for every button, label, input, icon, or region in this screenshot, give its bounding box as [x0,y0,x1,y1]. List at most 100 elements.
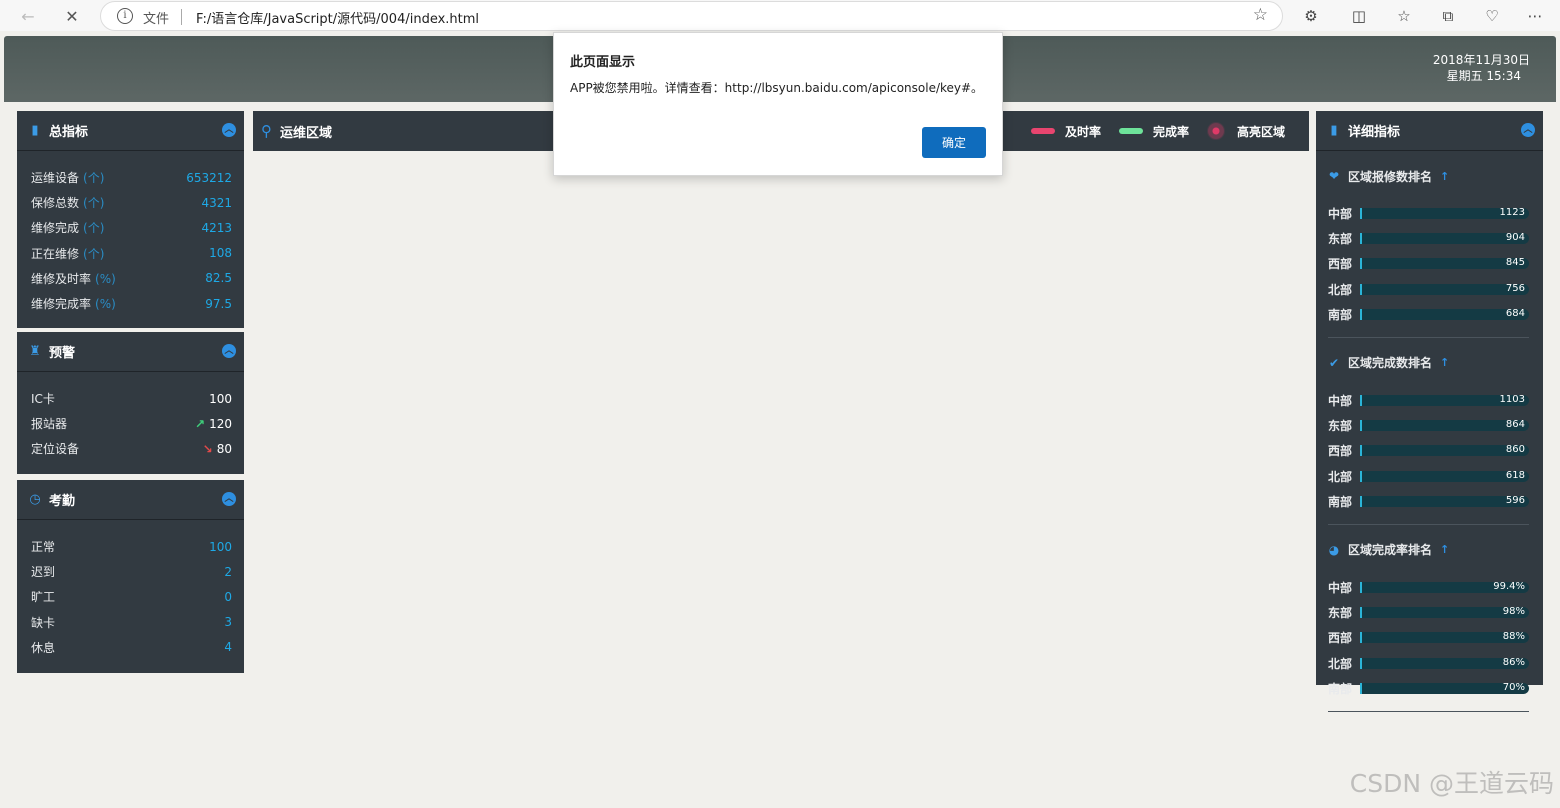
region-label: 北部 [1328,469,1353,484]
region-label: 北部 [1328,282,1353,297]
ranking-bar: 88% [1360,631,1529,644]
ranking-row: 北部 756 [1328,277,1529,302]
alert-dialog: 此页面显示 APP被您禁用啦。详情查看：http://lbsyun.baidu.… [553,32,1003,176]
file-label: 文件 [143,12,170,27]
warning-label: IC卡 [31,392,55,407]
ranking-title-text: 区域完成数排名 [1348,356,1433,371]
legend-swatch [1030,128,1055,134]
indicator-label-group: 维修完成率 (%) [31,295,116,312]
ranking-value: 864 [1505,419,1525,431]
indicator-unit: (%) [95,271,116,286]
panel-title: 预警 [49,346,76,361]
trend-down-icon: ↘ [202,441,213,456]
close-icon[interactable]: ✕ [59,3,85,29]
collapse-icon[interactable]: ︿ [222,123,236,137]
warning-value-group: ↗ 120 [195,417,232,431]
ops-area-title: 运维区域 [280,125,333,141]
warning-value-group: 100 [209,392,232,406]
ranking-value: 618 [1505,469,1525,481]
attendance-label: 缺卡 [31,615,56,630]
browser-toolbar: ← ✕ i 文件 F:/语言仓库/JavaScript/源代码/004/inde… [0,0,1560,31]
indicator-unit: (个) [83,196,105,211]
attendance-value: 3 [224,615,232,630]
collections-icon[interactable]: ⧉ [1436,4,1460,28]
ranking-value: 70% [1502,681,1525,693]
panel-header: ▮ 总指标 ︿ [17,111,244,151]
legend-item: 完成率 [1118,123,1189,140]
attendance-row: 迟到 2 [31,559,232,584]
ranking-row: 中部 1103 [1328,388,1529,413]
indicator-value: 653212 [186,170,232,185]
ranking-bar: 756 [1360,282,1529,295]
url-text[interactable]: F:/语言仓库/JavaScript/源代码/004/index.html [196,8,479,27]
ranking-row: 北部 618 [1328,464,1529,489]
map-pin-icon: ⚲ [261,122,272,140]
indicator-label-group: 运维设备 (个) [31,169,104,186]
ranking-section: ◕ 区域完成率排名 ↑ 中部 99.4% 东部 98% 西部 88% 北部 86% 南部 70% [1316,525,1543,701]
extensions-icon[interactable]: ⚙ [1299,4,1323,28]
collapse-icon[interactable]: ︿ [222,492,236,506]
warning-rows: IC卡 100 报站器 ↗ 120 定位设备 ↘ 80 [17,372,244,462]
attendance-label: 正常 [31,540,56,555]
attendance-panel: ◷ 考勤 ︿ 正常 100 迟到 2 旷工 0 缺卡 3 休息 4 [17,480,244,673]
warning-row: 报站器 ↗ 120 [31,411,232,436]
ranking-row: 南部 70% [1328,676,1529,701]
attendance-value: 2 [224,564,232,579]
check-circle-icon: ✔ [1328,355,1340,370]
warning-value: 100 [209,391,232,406]
warning-panel: ♜ 预警 ︿ IC卡 100 报站器 ↗ 120 定位设备 ↘ 80 [17,332,244,474]
heart-icon: ❤ [1328,169,1340,183]
address-bar[interactable]: i 文件 F:/语言仓库/JavaScript/源代码/004/index.ht… [100,1,1283,31]
ranking-value: 756 [1505,282,1525,294]
back-arrow-icon[interactable]: ← [15,3,41,29]
indicator-label: 维修完成率 [31,297,92,312]
indicator-unit: (个) [83,246,105,261]
legend-label: 高亮区域 [1236,124,1285,139]
ranking-bar: 864 [1360,419,1529,432]
collapse-icon[interactable]: ︿ [222,344,236,358]
ranking-value: 86% [1502,656,1525,668]
region-label: 西部 [1328,444,1353,459]
browser-essentials-icon[interactable]: ♡ [1480,4,1504,28]
ranking-row: 东部 904 [1328,226,1529,251]
indicator-label: 正在维修 [31,246,80,261]
ranking-section: ✔ 区域完成数排名 ↑ 中部 1103 东部 864 西部 860 北部 618 南部 596 [1316,338,1543,514]
ranking-row: 东部 864 [1328,413,1529,438]
date-text: 2018年11月30日 [1432,53,1530,67]
ranking-bar: 1123 [1360,207,1529,220]
collapse-icon[interactable]: ︿ [1521,123,1535,137]
indicator-value: 97.5 [205,296,232,311]
warning-label: 报站器 [31,417,68,432]
ranking-title: ✔ 区域完成数排名 ↑ [1328,338,1529,388]
indicator-unit: (个) [83,171,105,186]
sort-arrow-icon[interactable]: ↑ [1440,543,1449,556]
date-display: 2018年11月30日 星期五 15:34 [1433,52,1530,84]
pie-chart-icon: ◕ [1328,542,1340,557]
split-screen-icon[interactable]: ◫ [1347,4,1371,28]
ranking-value: 684 [1505,307,1525,319]
sort-arrow-icon[interactable]: ↑ [1440,170,1449,183]
region-label: 南部 [1328,494,1353,509]
ranking-row: 西部 860 [1328,438,1529,463]
panel-header: ◷ 考勤 ︿ [17,480,244,520]
attendance-row: 旷工 0 [31,584,232,609]
ranking-value: 98% [1502,606,1525,618]
legend-item: 及时率 [1030,123,1101,140]
region-label: 中部 [1328,207,1353,222]
ranking-row: 北部 86% [1328,650,1529,675]
region-label: 东部 [1328,606,1353,621]
ok-button[interactable]: 确定 [922,127,986,158]
favorite-star-icon[interactable]: ☆ [1253,5,1268,25]
ranking-row: 中部 99.4% [1328,575,1529,600]
indicator-value: 4321 [201,195,232,210]
warning-value: 80 [216,441,232,456]
panel-header: ♜ 预警 ︿ [17,332,244,372]
sort-arrow-icon[interactable]: ↑ [1440,356,1449,369]
bar-chart-icon: ▮ [31,123,39,138]
more-menu-icon[interactable]: ⋯ [1523,4,1547,28]
legend-swatch [1118,128,1143,134]
indicator-label: 维修完成 [31,221,80,236]
favorites-icon[interactable]: ☆ [1392,4,1416,28]
info-icon[interactable]: i [117,8,133,24]
indicator-row: 运维设备 (个) 653212 [31,165,232,190]
